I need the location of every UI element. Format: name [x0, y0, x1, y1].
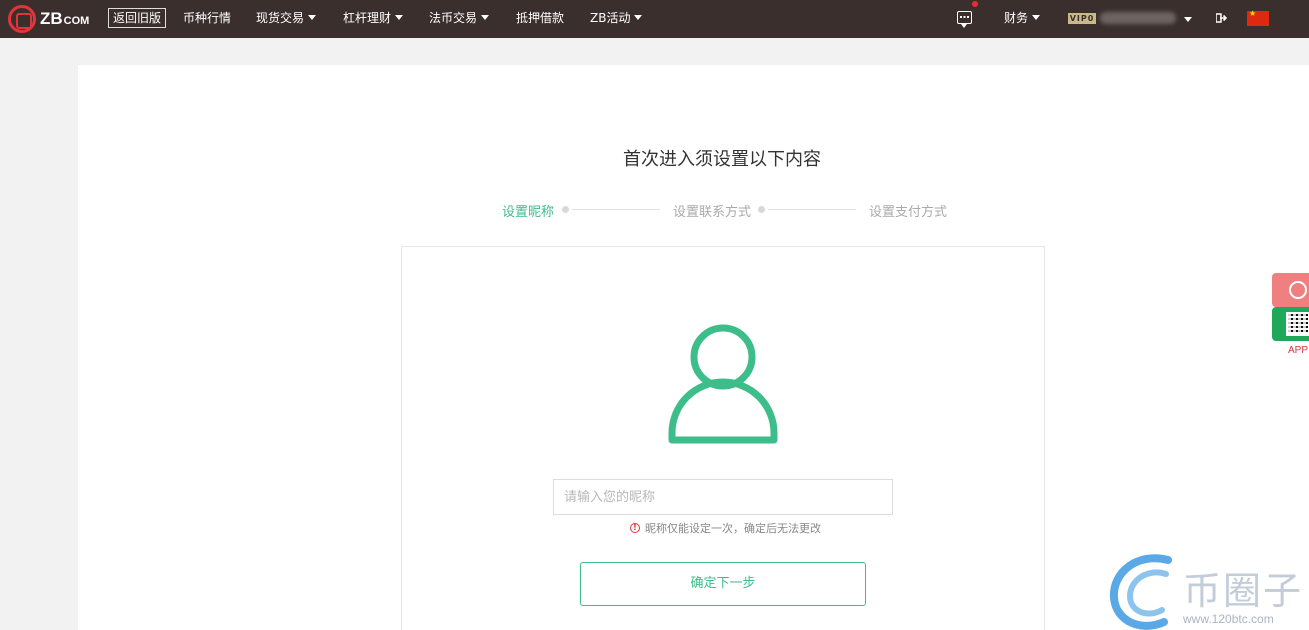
logout-icon[interactable] — [1216, 13, 1228, 23]
chevron-down-icon — [308, 15, 317, 20]
hint-text: 昵称仅能设定一次，确定后无法更改 — [645, 522, 821, 535]
customer-service-button[interactable] — [1272, 273, 1309, 307]
china-flag-icon[interactable] — [1247, 9, 1269, 26]
main-panel: 首次进入须设置以下内容 设置昵称 设置联系方式 设置支付方式 ! 昵称仅能设定一… — [78, 65, 1309, 630]
message-icon[interactable] — [957, 11, 972, 28]
warning-icon: ! — [630, 523, 640, 533]
step-set-payment: 设置支付方式 — [869, 205, 948, 220]
notification-dot — [972, 1, 978, 7]
logo-text: ZBCOM — [40, 9, 90, 28]
nav-market[interactable]: 币种行情 — [183, 0, 231, 38]
step-dot — [562, 206, 569, 213]
chevron-down-icon — [634, 15, 643, 20]
user-avatar-icon — [668, 324, 778, 444]
chevron-down-icon — [395, 15, 404, 20]
nav-loan[interactable]: 抵押借款 — [516, 0, 564, 38]
qr-code-icon — [1286, 312, 1309, 336]
username-blurred[interactable] — [1100, 12, 1176, 24]
headset-icon — [1289, 281, 1307, 299]
step-connector — [768, 209, 856, 210]
nav-finance[interactable]: 财务 — [1004, 0, 1041, 38]
vip-badge: VIP0 — [1068, 13, 1096, 24]
step-set-nickname: 设置昵称 — [502, 205, 555, 220]
chevron-down-icon — [1032, 15, 1041, 20]
top-navbar: ZBCOM 返回旧版 币种行情 现货交易 杠杆理财 法币交易 抵押借款 ZB活动… — [0, 0, 1309, 38]
nav-fiat-trading[interactable]: 法币交易 — [429, 0, 490, 38]
page-title: 首次进入须设置以下内容 — [623, 149, 821, 170]
nickname-card: ! 昵称仅能设定一次，确定后无法更改 确定下一步 — [401, 246, 1045, 630]
next-step-button[interactable]: 确定下一步 — [580, 562, 866, 606]
back-to-old-version-button[interactable]: 返回旧版 — [108, 8, 167, 28]
user-menu-chevron-icon[interactable] — [1184, 17, 1192, 22]
nav-leverage[interactable]: 杠杆理财 — [343, 0, 404, 38]
step-connector — [572, 209, 660, 210]
app-download-button[interactable] — [1272, 307, 1309, 341]
app-label[interactable]: APP — [1288, 345, 1308, 356]
nav-zb-events[interactable]: ZB活动 — [590, 0, 643, 38]
zb-logo-icon — [8, 5, 36, 33]
nav-spot-trading[interactable]: 现货交易 — [256, 0, 317, 38]
nickname-hint: ! 昵称仅能设定一次，确定后无法更改 — [630, 520, 821, 536]
step-set-contact: 设置联系方式 — [673, 205, 752, 220]
zb-logo[interactable]: ZBCOM — [8, 5, 89, 33]
chevron-down-icon — [481, 15, 490, 20]
nickname-input[interactable] — [553, 479, 893, 515]
step-dot — [758, 206, 765, 213]
